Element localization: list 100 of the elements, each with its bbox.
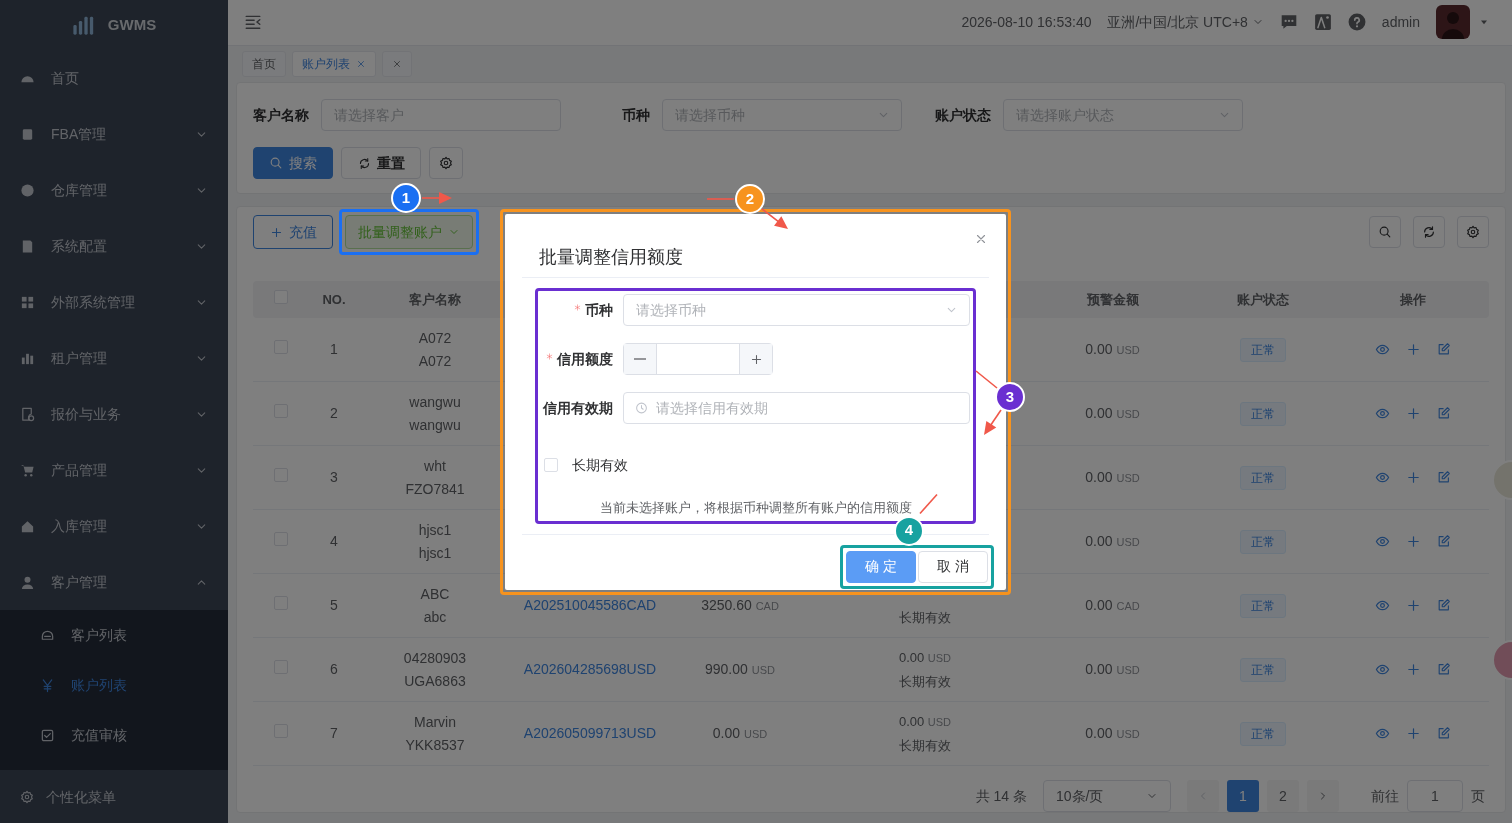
user-name[interactable]: admin bbox=[1381, 11, 1420, 33]
chat-icon[interactable] bbox=[1279, 13, 1298, 32]
help-icon[interactable] bbox=[1347, 13, 1366, 32]
menu-icon[interactable] bbox=[244, 13, 262, 32]
table-cell-text: 长期有效 bbox=[898, 608, 952, 627]
timezone-dropdown[interactable]: 亚洲/中国/北京 UTC+8 bbox=[1107, 11, 1264, 33]
recharge-button[interactable]: 充值 bbox=[253, 215, 333, 249]
sidebar-item[interactable]: 客户管理 bbox=[0, 554, 228, 610]
decrement-button[interactable] bbox=[624, 344, 656, 374]
sidebar-item[interactable]: 外部系统管理 bbox=[0, 274, 228, 330]
translate-icon[interactable] bbox=[1313, 13, 1332, 32]
cancel-button[interactable]: 取 消 bbox=[918, 550, 988, 583]
field-label: 币种 bbox=[621, 105, 650, 125]
page-size-select[interactable]: 10条/页 bbox=[1043, 780, 1171, 812]
settings-button[interactable] bbox=[1457, 216, 1489, 248]
checkbox[interactable]: 长期有效 bbox=[544, 454, 628, 476]
edit-icon[interactable] bbox=[1436, 726, 1451, 740]
tab[interactable]: 账户列表 bbox=[292, 50, 376, 77]
sidebar-item[interactable]: 充值审核 bbox=[0, 710, 228, 760]
eye-icon[interactable] bbox=[1374, 662, 1390, 677]
table-cell-text: ABC abc bbox=[419, 584, 451, 627]
edit-icon[interactable] bbox=[1436, 598, 1451, 612]
search-button[interactable] bbox=[1369, 216, 1401, 248]
table-cell-text: 6 bbox=[329, 660, 339, 679]
sidebar-item[interactable]: 入库管理 bbox=[0, 498, 228, 554]
plus-icon[interactable] bbox=[1405, 534, 1421, 549]
edit-icon[interactable] bbox=[1436, 534, 1451, 548]
leader-line bbox=[919, 493, 938, 515]
minus-icon bbox=[634, 358, 646, 360]
select-field[interactable]: 请选择币种 bbox=[623, 294, 970, 326]
arrow bbox=[984, 409, 1002, 435]
eye-icon[interactable] bbox=[1374, 406, 1390, 421]
account-link[interactable]: A202510045586CAD bbox=[510, 594, 670, 617]
table-cell-text: 3 bbox=[329, 468, 339, 487]
refresh-button[interactable] bbox=[1413, 216, 1445, 248]
page-button[interactable]: 2 bbox=[1267, 780, 1299, 812]
refresh-icon bbox=[1422, 225, 1436, 239]
account-link[interactable]: A202605099713USD bbox=[510, 722, 670, 745]
settings-icon bbox=[439, 156, 453, 170]
edit-icon[interactable] bbox=[1436, 662, 1451, 676]
page-input[interactable]: 1 bbox=[1407, 780, 1463, 812]
sidebar-item[interactable]: 报价与业务 bbox=[0, 386, 228, 442]
eye-icon[interactable] bbox=[1374, 470, 1390, 485]
edit-icon[interactable] bbox=[1436, 342, 1451, 356]
close-icon[interactable] bbox=[974, 232, 988, 246]
search-icon bbox=[1378, 225, 1392, 239]
sidebar-item[interactable]: 首页 bbox=[0, 50, 228, 106]
eye-icon[interactable] bbox=[1374, 726, 1390, 741]
settings-button[interactable] bbox=[429, 147, 463, 179]
sidebar-item[interactable]: 客户列表 bbox=[0, 610, 228, 660]
yen-icon bbox=[40, 677, 55, 693]
note-text: 当前未选择账户，将根据币种调整所有账户的信用额度 bbox=[599, 500, 912, 515]
page-button[interactable]: 1 bbox=[1227, 780, 1259, 812]
refresh-icon bbox=[357, 156, 371, 170]
close-icon[interactable] bbox=[356, 58, 366, 69]
sidebar-item[interactable]: 产品管理 bbox=[0, 442, 228, 498]
date-field[interactable]: 请选择信用有效期 bbox=[623, 392, 970, 424]
plus-icon[interactable] bbox=[1405, 726, 1421, 741]
plus-icon[interactable] bbox=[1405, 662, 1421, 677]
sidebar-item[interactable]: FBA管理 bbox=[0, 106, 228, 162]
sidebar-item[interactable]: 租户管理 bbox=[0, 330, 228, 386]
goto-label: 前往 bbox=[1371, 786, 1399, 806]
sidebar-item[interactable]: 账户列表 bbox=[0, 660, 228, 710]
plus-icon[interactable] bbox=[1405, 470, 1421, 485]
datetime-text: 2026-08-10 16:53:40 bbox=[961, 12, 1092, 32]
table-cell-text: A072 A072 bbox=[417, 328, 453, 371]
eye-icon[interactable] bbox=[1374, 598, 1390, 613]
plus-icon[interactable] bbox=[1405, 598, 1421, 613]
field-label: 信用额度 bbox=[541, 348, 623, 370]
edit-icon[interactable] bbox=[1436, 470, 1451, 484]
table-cell-text: hjsc1 hjsc1 bbox=[417, 520, 453, 563]
number-stepper[interactable] bbox=[623, 343, 773, 375]
avatar[interactable] bbox=[1436, 5, 1470, 40]
eye-icon[interactable] bbox=[1374, 534, 1390, 549]
column-header: 账户状态 bbox=[1235, 291, 1290, 309]
batch-adjust-dropdown[interactable]: 批量调整账户 bbox=[345, 215, 473, 249]
eye-icon[interactable] bbox=[1374, 342, 1390, 357]
plus-icon[interactable] bbox=[1405, 342, 1421, 357]
leader-line bbox=[975, 370, 998, 389]
settings-icon bbox=[20, 790, 34, 804]
column-header: NO. bbox=[321, 291, 347, 309]
reset-button[interactable]: 重置 bbox=[341, 147, 421, 179]
confirm-button[interactable]: 确 定 bbox=[846, 550, 916, 583]
table-cell-text: 5 bbox=[329, 596, 339, 615]
field-label: 客户名称 bbox=[253, 105, 309, 125]
status-tag: 正常 bbox=[1239, 465, 1286, 490]
search-icon bbox=[269, 156, 283, 170]
document-icon bbox=[20, 406, 35, 422]
account-link[interactable]: A202604285698USD bbox=[510, 658, 670, 681]
search-button[interactable]: 搜索 bbox=[253, 147, 333, 179]
check-square-icon bbox=[40, 727, 55, 743]
sidebar-item[interactable]: 系统配置 bbox=[0, 218, 228, 274]
sidebar-item[interactable]: 仓库管理 bbox=[0, 162, 228, 218]
plus-icon[interactable] bbox=[1405, 406, 1421, 421]
person-icon bbox=[20, 574, 35, 590]
status-tag: 正常 bbox=[1239, 721, 1286, 746]
table-cell-text: wangwu wangwu bbox=[408, 392, 462, 435]
edit-icon[interactable] bbox=[1436, 406, 1451, 420]
table-cell-text: 04280903 UGA6863 bbox=[402, 648, 468, 691]
tab[interactable]: 首页 bbox=[242, 50, 286, 77]
